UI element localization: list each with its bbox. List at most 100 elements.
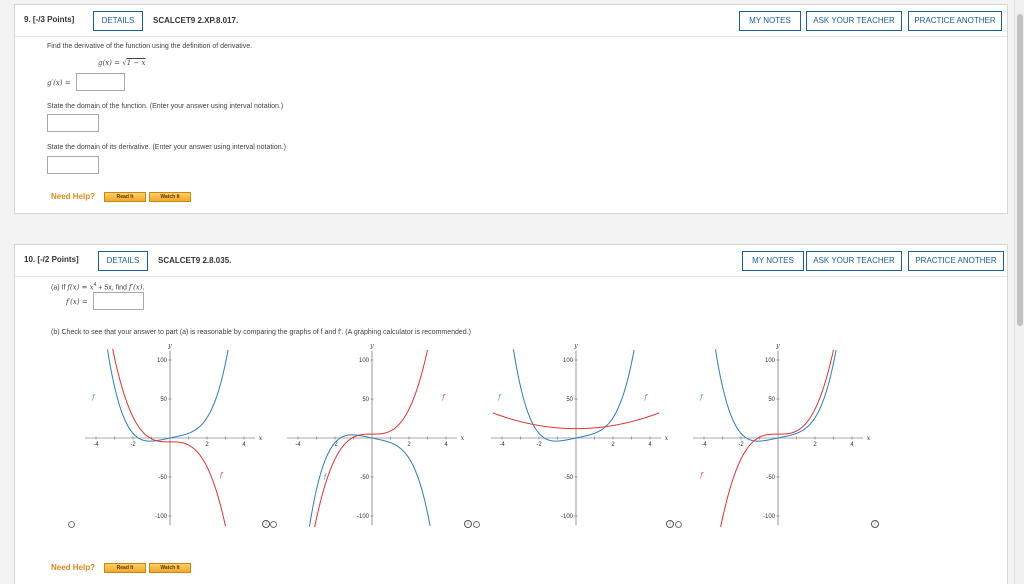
my-notes-button[interactable]: MY NOTES [739, 11, 801, 31]
curve-label-f: f [699, 394, 704, 401]
function-g-definition: g(x) = √1 − x [98, 59, 145, 67]
x-tick-label: -4 [93, 442, 99, 448]
f-prime-answer-input[interactable] [93, 292, 144, 310]
question-10-header: 10. [-/2 Points] DETAILS SCALCET9 2.8.03… [15, 245, 1007, 277]
y-tick-label: -100 [763, 514, 776, 520]
x-tick-label: 4 [444, 442, 448, 448]
x-tick-label: -4 [701, 442, 707, 448]
x-tick-label: -2 [130, 442, 136, 448]
x-axis-label: x [461, 435, 465, 442]
curve-label-f: f [497, 394, 502, 401]
practice-another-button[interactable]: PRACTICE ANOTHER [908, 251, 1004, 271]
x-tick-label: 2 [813, 442, 817, 448]
y-tick-label: 100 [157, 358, 168, 364]
x-tick-label: 4 [242, 442, 246, 448]
vertical-scrollbar[interactable] [1014, 0, 1024, 584]
x-tick-label: -4 [295, 442, 301, 448]
series-f-curve [308, 434, 431, 527]
y-tick-label: 50 [566, 397, 573, 403]
question-10-number: 10. [-/2 Points] [24, 255, 79, 264]
question-9-card: 9. [-/3 Points] DETAILS SCALCET9 2.XP.8.… [14, 4, 1008, 214]
y-axis-label: y [167, 343, 172, 350]
graph-option-1: -4 -2 2 4 100 50 -50 -100 x y f f′ [84, 343, 263, 527]
y-tick-label: -100 [357, 514, 370, 520]
x-tick-label: 2 [611, 442, 615, 448]
function-g-lhs: g(x) = [98, 59, 123, 67]
part-a-rest: + 5x, find [96, 284, 129, 292]
x-tick-label: 4 [850, 442, 854, 448]
question-10-card: 10. [-/2 Points] DETAILS SCALCET9 2.8.03… [14, 244, 1008, 584]
question-9-header: 9. [-/3 Points] DETAILS SCALCET9 2.XP.8.… [15, 5, 1007, 37]
x-tick-label: 4 [648, 442, 652, 448]
y-tick-label: -100 [155, 514, 168, 520]
y-tick-label: 100 [765, 358, 776, 364]
x-tick-label: -2 [536, 442, 542, 448]
function-g-radicand: 1 − x [126, 59, 146, 67]
series-f-curve [714, 349, 837, 442]
assignment-page: 9. [-/3 Points] DETAILS SCALCET9 2.XP.8.… [14, 0, 1008, 584]
derivative-domain-prompt: State the domain of its derivative. (Ent… [47, 144, 286, 151]
question-10-code: SCALCET9 2.8.035. [158, 256, 232, 265]
graph-option-2-info-icon[interactable]: i [464, 520, 472, 528]
y-tick-label: -50 [766, 475, 775, 481]
question-9-instruction: Find the derivative of the function usin… [47, 43, 253, 50]
graph-option-4-info-icon[interactable]: i [871, 520, 879, 528]
y-tick-label: 50 [160, 397, 167, 403]
need-help-label: Need Help? [51, 192, 96, 201]
practice-another-button[interactable]: PRACTICE ANOTHER [908, 11, 1002, 31]
watch-it-button[interactable]: Watch It [149, 192, 191, 202]
details-button[interactable]: DETAILS [98, 251, 148, 271]
y-axis-label: y [369, 343, 374, 350]
graph-option-3-info-icon[interactable]: i [666, 520, 674, 528]
question-9-code: SCALCET9 2.XP.8.017. [153, 16, 239, 25]
graph-option-1-info-icon[interactable]: i [262, 520, 270, 528]
series-f-prime-curve [314, 349, 428, 528]
derivative-domain-answer-input[interactable] [47, 156, 99, 174]
y-tick-label: -50 [158, 475, 167, 481]
graph-option-4-radio[interactable] [675, 521, 682, 528]
series-f-curve [106, 349, 229, 442]
g-prime-answer-input[interactable] [76, 73, 125, 91]
graph-option-3: -4 -2 2 4 100 50 -50 -100 x y f f′ [490, 343, 669, 526]
part-a-prefix: (a) If [51, 284, 68, 292]
ask-your-teacher-button[interactable]: ASK YOUR TEACHER [806, 11, 902, 31]
x-tick-label: -4 [499, 442, 505, 448]
ask-your-teacher-button[interactable]: ASK YOUR TEACHER [806, 251, 902, 271]
domain-prompt: State the domain of the function. (Enter… [47, 103, 284, 110]
x-tick-label: -2 [738, 442, 744, 448]
curve-label-f-prime: f′ [699, 472, 704, 479]
y-tick-label: 50 [362, 397, 369, 403]
part-b-question: (b) Check to see that your answer to par… [51, 329, 471, 336]
read-it-button[interactable]: Read It [104, 563, 146, 573]
watch-it-button[interactable]: Watch It [149, 563, 191, 573]
graph-option-1-radio[interactable] [68, 521, 75, 528]
scrollbar-thumb[interactable] [1017, 14, 1023, 326]
f-prime-label: f′(x) = [66, 298, 88, 306]
details-button[interactable]: DETAILS [93, 11, 143, 31]
part-a-fprime: f′(x). [128, 283, 145, 292]
y-tick-label: -50 [360, 475, 369, 481]
y-tick-label: 100 [359, 358, 370, 364]
curve-label-f-prime: f′ [219, 472, 224, 479]
question-9-number: 9. [-/3 Points] [24, 15, 75, 24]
my-notes-button[interactable]: MY NOTES [742, 251, 804, 271]
series-f-curve [512, 349, 635, 442]
x-axis-label: x [867, 435, 871, 442]
y-tick-label: -100 [561, 514, 574, 520]
y-axis-label: y [775, 343, 780, 350]
y-tick-label: 100 [563, 358, 574, 364]
curve-label-f-prime: f′ [441, 394, 446, 401]
graph-option-3-radio[interactable] [473, 521, 480, 528]
graph-option-2: -4 -2 2 410050-50-100xyff′ [286, 343, 465, 528]
domain-answer-input[interactable] [47, 114, 99, 132]
curve-label-f: f [91, 394, 96, 401]
series-f-prime-curve [112, 348, 226, 527]
x-axis-label: x [259, 435, 263, 442]
x-tick-label: 2 [407, 442, 411, 448]
g-prime-label: g′(x) = [47, 79, 71, 87]
part-a-question: (a) If f(x) = x4 + 5x, find f′(x). [51, 282, 145, 291]
x-axis-label: x [665, 435, 669, 442]
graph-option-2-radio[interactable] [270, 521, 277, 528]
y-tick-label: 50 [768, 397, 775, 403]
read-it-button[interactable]: Read It [104, 192, 146, 202]
